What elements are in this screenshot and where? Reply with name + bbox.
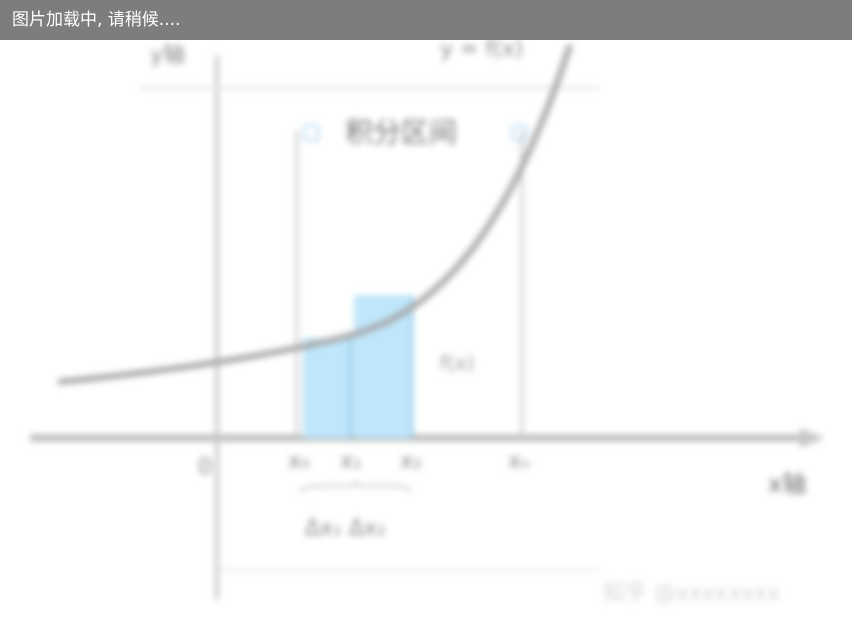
tick-label-x1: x₁	[340, 449, 362, 474]
figure-area: ▢ ▢ y轴 y = f(x) 积分区间 f(x) 0 x₀ x₁ x₂ xₙ …	[0, 0, 852, 627]
x-axis-arrow	[800, 428, 825, 448]
shaded-rect-2	[354, 295, 412, 438]
tick-label-xn: xₙ	[508, 449, 530, 474]
height-label: f(x)	[440, 351, 474, 375]
y-axis-label: y轴	[150, 43, 185, 68]
tick-label-x0: x₀	[288, 449, 310, 474]
interval-marker-right: ▢	[510, 119, 529, 143]
function-curve	[57, 44, 573, 385]
tick-label-x2: x₂	[400, 449, 422, 474]
delta-labels: Δx₁ Δx₂	[305, 516, 386, 541]
function-label: y = f(x)	[440, 37, 523, 62]
loading-text: 图片加载中, 请稍候....	[12, 10, 181, 30]
interval-brace	[298, 479, 412, 493]
shaded-rect-1	[303, 338, 349, 438]
x-axis-label: x轴	[768, 470, 806, 498]
loading-bar: 图片加载中, 请稍候....	[0, 0, 852, 40]
interval-label: 积分区间	[345, 116, 457, 149]
riemann-sum-figure: ▢ ▢ y轴 y = f(x) 积分区间 f(x) 0 x₀ x₁ x₂ xₙ …	[30, 37, 825, 606]
interval-marker-left: ▢	[302, 119, 321, 143]
watermark: 知乎 @xxxxxxxx	[603, 581, 780, 606]
origin-label: 0	[198, 455, 212, 480]
